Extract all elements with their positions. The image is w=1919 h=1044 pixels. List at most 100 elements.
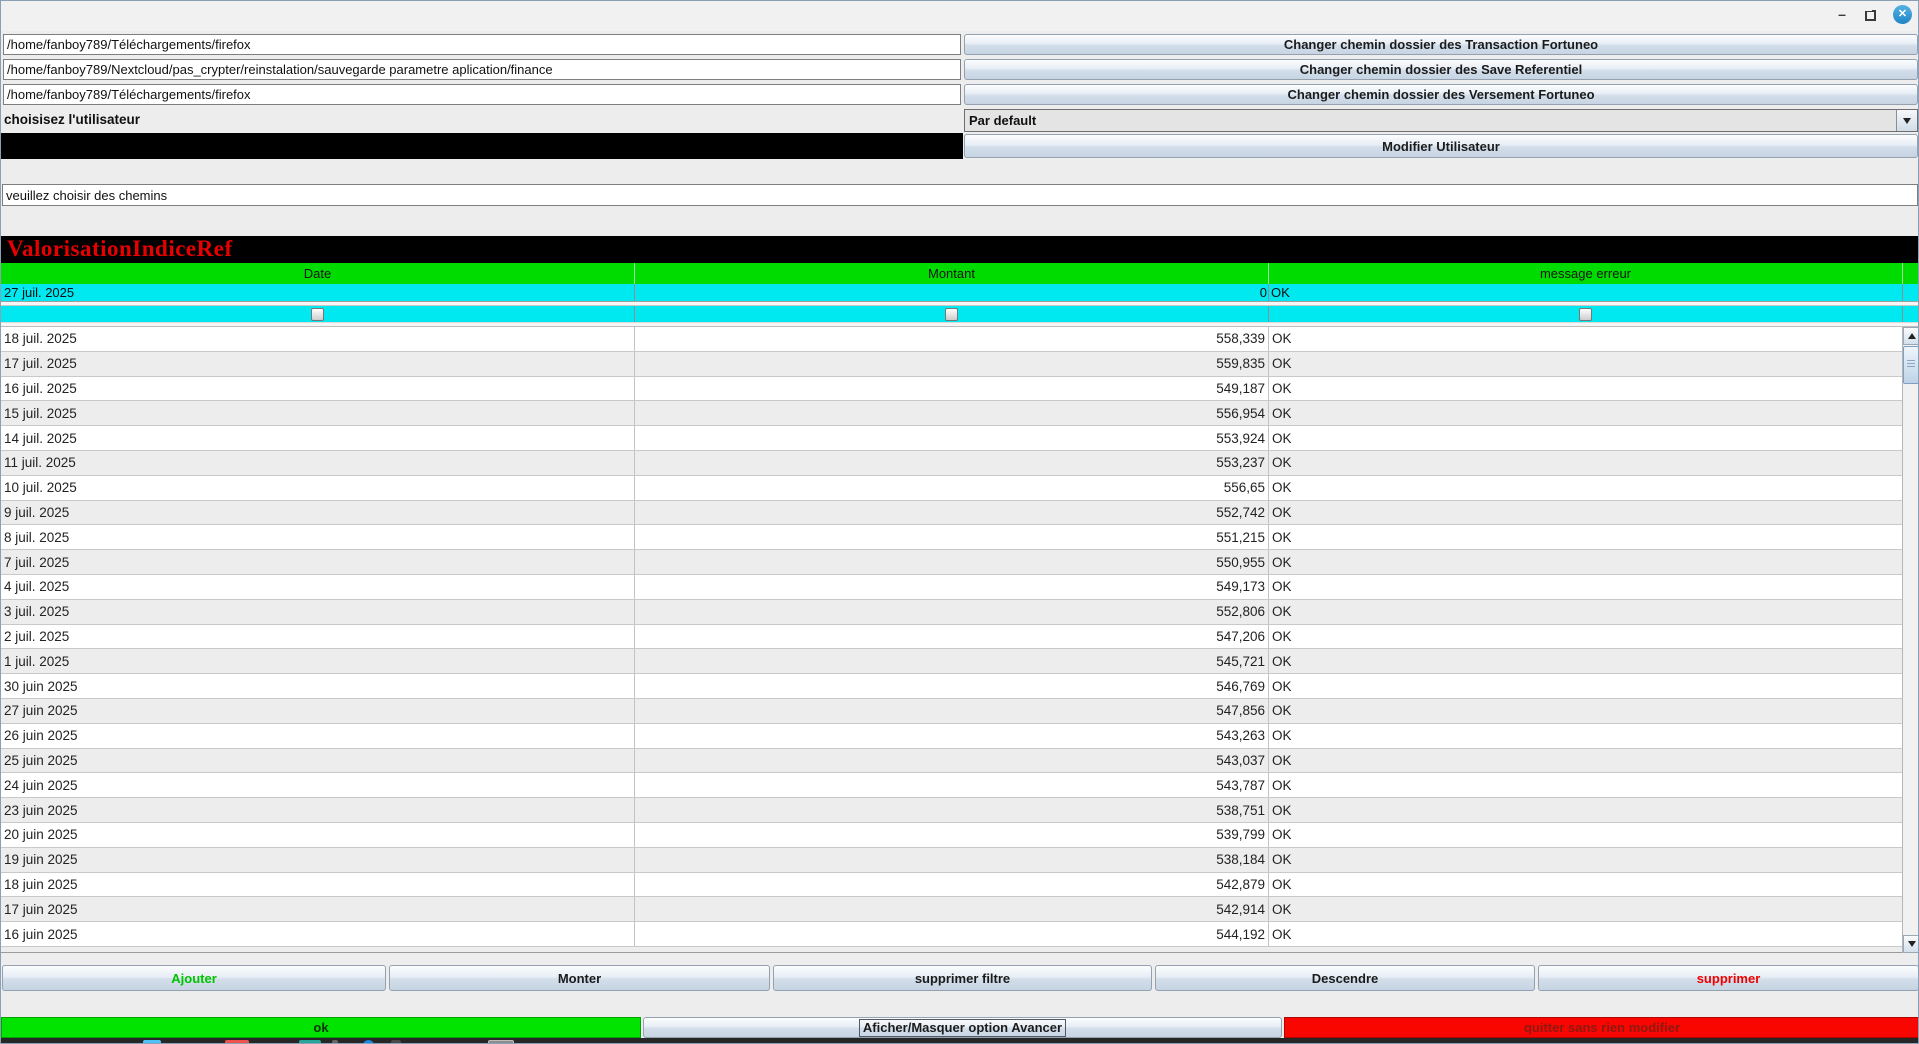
- summary-row[interactable]: 27 juil. 2025 0 OK: [1, 284, 1918, 302]
- erreur-cell: OK: [1269, 674, 1902, 698]
- table-row[interactable]: 17 juil. 2025559,835OK: [1, 352, 1902, 377]
- montant-cell: 549,187: [635, 377, 1269, 401]
- table-row[interactable]: 20 juin 2025539,799OK: [1, 823, 1902, 848]
- table-row[interactable]: 25 juin 2025543,037OK: [1, 749, 1902, 774]
- header-montant[interactable]: Montant: [635, 263, 1269, 284]
- modify-user-button[interactable]: Modifier Utilisateur: [964, 134, 1918, 158]
- status-message-field[interactable]: [2, 184, 1918, 206]
- taskbar-icon[interactable]: [299, 1040, 321, 1044]
- table-row[interactable]: 23 juin 2025538,751OK: [1, 798, 1902, 823]
- table-row[interactable]: 2 juil. 2025547,206OK: [1, 625, 1902, 650]
- table-row[interactable]: 17 juin 2025542,914OK: [1, 897, 1902, 922]
- montant-cell: 553,237: [635, 451, 1269, 475]
- table-row[interactable]: 19 juin 2025538,184OK: [1, 848, 1902, 873]
- table-row[interactable]: 24 juin 2025543,787OK: [1, 773, 1902, 798]
- transaction-path-input[interactable]: [3, 34, 961, 55]
- table-row[interactable]: 26 juin 2025543,263OK: [1, 724, 1902, 749]
- table-header-row: Date Montant message erreur: [1, 263, 1918, 284]
- header-date[interactable]: Date: [1, 263, 635, 284]
- add-button[interactable]: Ajouter: [2, 965, 386, 991]
- user-select-label: choisisez l'utilisateur: [4, 112, 140, 127]
- montant-cell: 553,924: [635, 426, 1269, 450]
- move-up-button[interactable]: Monter: [389, 965, 770, 991]
- table-row[interactable]: 9 juil. 2025552,742OK: [1, 501, 1902, 526]
- erreur-cell: OK: [1269, 327, 1902, 351]
- montant-cell: 543,037: [635, 749, 1269, 773]
- scroll-down-icon[interactable]: [1903, 935, 1919, 953]
- change-versement-path-button[interactable]: Changer chemin dossier des Versement For…: [964, 84, 1918, 105]
- table-row[interactable]: 18 juil. 2025558,339OK: [1, 327, 1902, 352]
- table-row[interactable]: 30 juin 2025546,769OK: [1, 674, 1902, 699]
- close-icon[interactable]: ✕: [1893, 5, 1912, 24]
- app-window: – ✕ Changer chemin dossier des Transacti…: [0, 0, 1919, 1044]
- date-cell: 24 juin 2025: [1, 773, 635, 797]
- date-cell: 30 juin 2025: [1, 674, 635, 698]
- taskbar-icon[interactable]: [488, 1040, 514, 1044]
- versement-path-input[interactable]: [3, 84, 961, 105]
- date-cell: 27 juin 2025: [1, 699, 635, 723]
- table-body: 18 juil. 2025558,339OK17 juil. 2025559,8…: [1, 327, 1902, 953]
- date-cell: 26 juin 2025: [1, 724, 635, 748]
- taskbar-icon[interactable]: [143, 1040, 161, 1044]
- chevron-down-icon[interactable]: [1896, 110, 1917, 131]
- header-filler: [1903, 263, 1918, 284]
- montant-cell: 543,787: [635, 773, 1269, 797]
- filter-checkbox-date[interactable]: [311, 308, 324, 321]
- date-cell: 1 juil. 2025: [1, 649, 635, 673]
- erreur-cell: OK: [1269, 649, 1902, 673]
- table-row[interactable]: 18 juin 2025542,879OK: [1, 873, 1902, 898]
- table-row[interactable]: 15 juil. 2025556,954OK: [1, 401, 1902, 426]
- minimize-icon[interactable]: –: [1834, 5, 1850, 23]
- erreur-cell: OK: [1269, 476, 1902, 500]
- maximize-icon[interactable]: [1865, 10, 1876, 21]
- taskbar-strip: [1, 1038, 1918, 1044]
- taskbar-icon[interactable]: [225, 1040, 249, 1044]
- filter-checkbox-erreur[interactable]: [1579, 308, 1592, 321]
- date-cell: 14 juil. 2025: [1, 426, 635, 450]
- date-cell: 17 juil. 2025: [1, 352, 635, 376]
- filter-checkbox-montant[interactable]: [945, 308, 958, 321]
- change-transaction-path-button[interactable]: Changer chemin dossier des Transaction F…: [964, 34, 1918, 55]
- erreur-cell: OK: [1269, 749, 1902, 773]
- save-referentiel-path-input[interactable]: [3, 59, 961, 80]
- taskbar-icon[interactable]: [332, 1040, 338, 1044]
- table-row[interactable]: 3 juil. 2025552,806OK: [1, 600, 1902, 625]
- erreur-cell: OK: [1269, 352, 1902, 376]
- table-row[interactable]: 16 juil. 2025549,187OK: [1, 377, 1902, 402]
- montant-cell: 539,799: [635, 823, 1269, 847]
- scroll-up-icon[interactable]: [1903, 327, 1919, 345]
- date-cell: 15 juil. 2025: [1, 401, 635, 425]
- user-select[interactable]: Par default: [964, 109, 1918, 132]
- table-row[interactable]: 14 juil. 2025553,924OK: [1, 426, 1902, 451]
- taskbar-icon[interactable]: [363, 1040, 374, 1044]
- vertical-scrollbar[interactable]: [1902, 327, 1919, 953]
- montant-cell: 552,742: [635, 501, 1269, 525]
- taskbar-icon[interactable]: [391, 1040, 401, 1044]
- table-row[interactable]: 7 juil. 2025550,955OK: [1, 550, 1902, 575]
- date-cell: 4 juil. 2025: [1, 575, 635, 599]
- move-down-button[interactable]: Descendre: [1155, 965, 1535, 991]
- toggle-advanced-options-button[interactable]: Aficher/Masquer option Avancer: [643, 1017, 1282, 1038]
- date-cell: 9 juil. 2025: [1, 501, 635, 525]
- delete-button[interactable]: supprimer: [1538, 965, 1919, 991]
- montant-cell: 538,184: [635, 848, 1269, 872]
- table-row[interactable]: 10 juil. 2025556,65OK: [1, 476, 1902, 501]
- ok-button[interactable]: ok: [1, 1017, 641, 1038]
- summary-filler: [1903, 284, 1918, 301]
- montant-cell: 556,65: [635, 476, 1269, 500]
- table-row[interactable]: 1 juil. 2025545,721OK: [1, 649, 1902, 674]
- summary-erreur-cell: OK: [1269, 284, 1903, 301]
- quit-without-saving-button[interactable]: quitter sans rien modifier: [1284, 1017, 1919, 1038]
- table-row[interactable]: 27 juin 2025547,856OK: [1, 699, 1902, 724]
- montant-cell: 556,954: [635, 401, 1269, 425]
- table-row[interactable]: 16 juin 2025544,192OK: [1, 922, 1902, 947]
- scrollbar-thumb[interactable]: [1903, 346, 1919, 384]
- table-row[interactable]: 11 juil. 2025553,237OK: [1, 451, 1902, 476]
- erreur-cell: OK: [1269, 600, 1902, 624]
- table-row[interactable]: 4 juil. 2025549,173OK: [1, 575, 1902, 600]
- erreur-cell: OK: [1269, 426, 1902, 450]
- remove-filter-button[interactable]: supprimer filtre: [773, 965, 1152, 991]
- change-save-referentiel-path-button[interactable]: Changer chemin dossier des Save Referent…: [964, 59, 1918, 80]
- header-message-erreur[interactable]: message erreur: [1269, 263, 1903, 284]
- table-row[interactable]: 8 juil. 2025551,215OK: [1, 525, 1902, 550]
